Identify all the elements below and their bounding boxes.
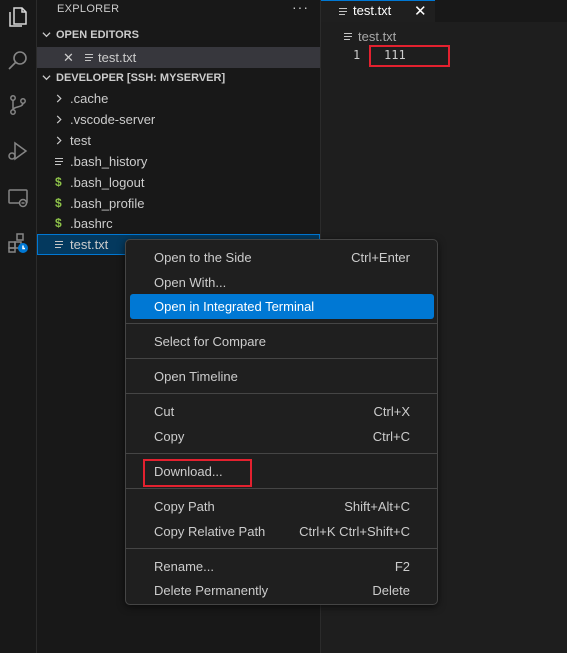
chevron-right-icon — [56, 136, 62, 145]
folder-item[interactable]: test — [37, 130, 320, 151]
menu-item-label: Select for Compare — [154, 334, 266, 349]
menu-item-shortcut: Ctrl+X — [373, 404, 410, 419]
menu-item-label: Copy Relative Path — [154, 524, 266, 539]
file-label: .bash_logout — [70, 175, 145, 190]
text-file-icon — [55, 158, 63, 167]
file-item[interactable]: .bash_history — [37, 151, 320, 172]
file-item[interactable]: $ .bashrc — [37, 213, 320, 234]
menu-item-shortcut: Ctrl+C — [372, 429, 410, 444]
folder-label: test — [70, 133, 91, 148]
folder-label: .vscode-server — [70, 112, 156, 127]
file-label: .bash_profile — [70, 196, 145, 211]
menu-item-label: Open to the Side — [154, 250, 252, 265]
chevron-down-icon — [42, 32, 51, 38]
explorer-title: EXPLORER — [57, 3, 120, 15]
menu-separator — [126, 358, 437, 359]
shell-file-icon: $ — [55, 216, 62, 230]
menu-item-shortcut: Ctrl+Enter — [351, 250, 410, 265]
annotation-box — [143, 459, 252, 487]
chevron-right-icon — [56, 94, 62, 103]
menu-item-delete-permanently[interactable]: Delete Permanently Delete — [130, 578, 434, 603]
activity-bar — [0, 0, 37, 653]
menu-item-label: Copy — [154, 429, 185, 444]
menu-item-copy-relative-path[interactable]: Copy Relative Path Ctrl+K Ctrl+Shift+C — [130, 519, 434, 544]
menu-separator — [126, 323, 437, 324]
tab-label: test.txt — [353, 3, 392, 18]
chevron-right-icon — [56, 115, 62, 124]
remote-explorer-icon[interactable] — [4, 184, 32, 212]
open-editors-header: OPEN EDITORS — [56, 29, 139, 41]
menu-item-shortcut: Ctrl+K Ctrl+Shift+C — [299, 524, 410, 539]
extensions-icon[interactable] — [4, 229, 32, 257]
text-file-icon — [85, 54, 93, 63]
menu-item-shortcut: F2 — [394, 559, 410, 574]
file-item[interactable]: $ .bash_profile — [37, 193, 320, 214]
file-item[interactable]: $ .bash_logout — [37, 172, 320, 193]
menu-item-rename[interactable]: Rename... F2 — [130, 554, 434, 579]
chevron-down-icon — [42, 75, 51, 81]
annotation-box — [369, 45, 450, 67]
workspace-section[interactable]: DEVELOPER [SSH: MYSERVER] — [37, 68, 320, 88]
menu-item-label: Delete Permanently — [154, 583, 269, 598]
folder-item[interactable]: .cache — [37, 88, 320, 109]
search-icon[interactable] — [4, 46, 32, 74]
menu-item-copy-path[interactable]: Copy Path Shift+Alt+C — [130, 494, 434, 519]
open-editor-label: test.txt — [98, 50, 137, 65]
menu-separator — [126, 453, 437, 454]
text-file-icon — [55, 241, 63, 250]
menu-item-open-timeline[interactable]: Open Timeline — [130, 364, 434, 389]
workspace-header: DEVELOPER [SSH: MYSERVER] — [56, 72, 226, 84]
folder-label: .cache — [70, 91, 109, 106]
text-file-icon — [339, 8, 347, 17]
line-number: 1 — [353, 48, 361, 62]
menu-item-open-to-side[interactable]: Open to the Side Ctrl+Enter — [130, 245, 434, 270]
more-actions-icon[interactable]: ··· — [292, 0, 309, 15]
menu-item-cut[interactable]: Cut Ctrl+X — [130, 399, 434, 424]
folder-item[interactable]: .vscode-server — [37, 109, 320, 130]
menu-item-open-integrated-terminal[interactable]: Open in Integrated Terminal — [130, 294, 434, 319]
tab-test-txt[interactable]: test.txt ✕ — [321, 0, 435, 22]
open-editors-section[interactable]: OPEN EDITORS — [37, 25, 320, 45]
file-label: .bashrc — [70, 216, 113, 231]
menu-item-label: Open in Integrated Terminal — [154, 299, 315, 314]
context-menu: Open to the Side Ctrl+Enter Open With...… — [125, 239, 438, 605]
menu-separator — [126, 548, 437, 549]
menu-separator — [126, 393, 437, 394]
open-editor-item[interactable]: ✕ test.txt — [37, 47, 320, 68]
text-file-icon — [344, 33, 352, 42]
tab-bar: test.txt ✕ — [321, 0, 567, 22]
menu-item-shortcut: Delete — [372, 583, 410, 598]
menu-item-copy[interactable]: Copy Ctrl+C — [130, 424, 434, 449]
breadcrumb[interactable]: test.txt — [358, 29, 396, 44]
menu-item-label: Copy Path — [154, 499, 215, 514]
menu-item-select-for-compare[interactable]: Select for Compare — [130, 329, 434, 354]
file-label: test.txt — [70, 237, 109, 252]
menu-item-label: Open With... — [154, 275, 227, 290]
close-icon[interactable]: ✕ — [63, 47, 74, 68]
menu-item-open-with[interactable]: Open With... — [130, 270, 434, 295]
shell-file-icon: $ — [55, 196, 62, 210]
menu-item-shortcut: Shift+Alt+C — [344, 499, 410, 514]
explorer-icon[interactable] — [4, 3, 32, 31]
run-debug-icon[interactable] — [4, 137, 32, 165]
menu-item-label: Cut — [154, 404, 175, 419]
menu-item-label: Rename... — [154, 559, 214, 574]
menu-separator — [126, 488, 437, 489]
file-label: .bash_history — [70, 154, 148, 169]
shell-file-icon: $ — [55, 175, 62, 189]
close-icon[interactable]: ✕ — [414, 2, 427, 20]
menu-item-label: Open Timeline — [154, 369, 238, 384]
source-control-icon[interactable] — [4, 91, 32, 119]
